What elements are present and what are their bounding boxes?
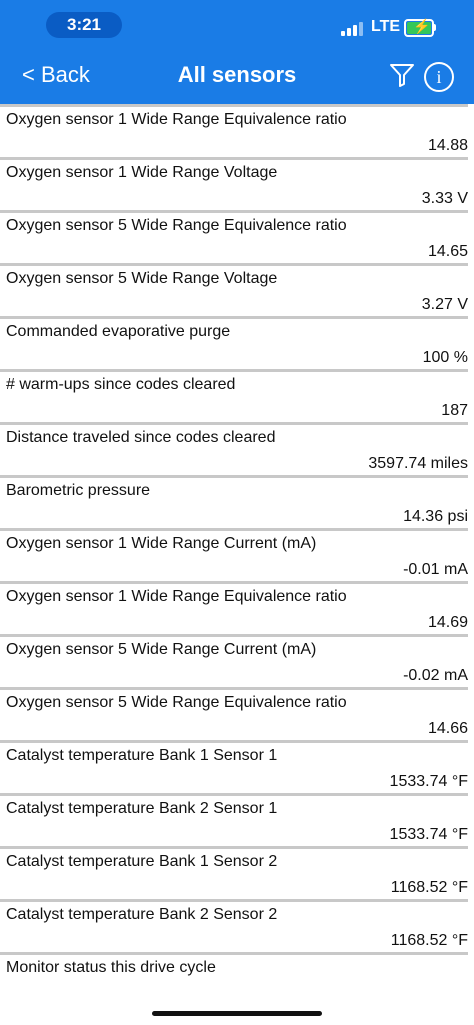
sensor-value: 100 %	[422, 349, 468, 366]
navigation-bar: 3:21 LTE ⚡ < Back All sensors i	[0, 0, 474, 104]
sensor-row[interactable]: Monitor status this drive cycle	[0, 952, 468, 1005]
sensor-row[interactable]: Catalyst temperature Bank 2 Sensor 1 1533…	[0, 793, 468, 846]
sensor-label: Oxygen sensor 5 Wide Range Voltage	[6, 270, 278, 287]
sensor-row[interactable]: Catalyst temperature Bank 1 Sensor 2 1168…	[0, 846, 468, 899]
sensor-row[interactable]: # warm-ups since codes cleared 187	[0, 369, 468, 422]
network-type: LTE	[371, 18, 401, 35]
sensor-row[interactable]: Commanded evaporative purge 100 %	[0, 316, 468, 369]
sensor-value: 14.88	[427, 137, 468, 154]
sensor-label: Catalyst temperature Bank 2 Sensor 1	[6, 800, 278, 817]
sensor-row[interactable]: Distance traveled since codes cleared 359…	[0, 422, 468, 475]
sensor-value: 14.66	[427, 720, 468, 737]
sensor-value: 3.33 V	[421, 190, 468, 207]
sensor-label: Oxygen sensor 1 Wide Range Voltage	[6, 164, 278, 181]
sensor-label: Oxygen sensor 5 Wide Range Equivalence r…	[6, 217, 347, 234]
sensor-value: 14.69	[427, 614, 468, 631]
sensor-label: Commanded evaporative purge	[6, 323, 231, 340]
sensor-row[interactable]: Barometric pressure 14.36 psi	[0, 475, 468, 528]
sensor-value: 14.65	[427, 243, 468, 260]
sensor-label: Oxygen sensor 1 Wide Range Current (mA)	[6, 535, 317, 552]
sensor-label: Distance traveled since codes cleared	[6, 429, 276, 446]
sensor-row[interactable]: Oxygen sensor 5 Wide Range Equivalence r…	[0, 687, 468, 740]
battery-cap	[433, 24, 436, 31]
sensor-label: Oxygen sensor 1 Wide Range Equivalence r…	[6, 111, 347, 128]
sensor-label: Oxygen sensor 1 Wide Range Equivalence r…	[6, 588, 347, 605]
sensor-row[interactable]: Oxygen sensor 5 Wide Range Current (mA) -…	[0, 634, 468, 687]
sensor-label: # warm-ups since codes cleared	[6, 376, 236, 393]
sensor-value: 1533.74 °F	[389, 826, 468, 843]
sensor-label: Monitor status this drive cycle	[6, 959, 216, 976]
sensor-label: Oxygen sensor 5 Wide Range Equivalence r…	[6, 694, 347, 711]
sensor-label: Catalyst temperature Bank 1 Sensor 1	[6, 747, 278, 764]
sensor-value: 1168.52 °F	[390, 879, 468, 896]
sensor-value: 3597.74 miles	[368, 455, 468, 472]
info-icon[interactable]: i	[424, 62, 454, 92]
sensor-value: 1168.52 °F	[390, 932, 468, 949]
sensor-row[interactable]: Catalyst temperature Bank 2 Sensor 2 1168…	[0, 899, 468, 952]
sensor-row[interactable]: Oxygen sensor 1 Wide Range Equivalence r…	[0, 581, 468, 634]
sensor-row[interactable]: Catalyst temperature Bank 1 Sensor 1 1533…	[0, 740, 468, 793]
sensor-label: Oxygen sensor 5 Wide Range Current (mA)	[6, 641, 317, 658]
cellular-signal-icon	[341, 20, 365, 36]
battery-icon: ⚡	[404, 18, 434, 37]
sensor-row[interactable]: Oxygen sensor 1 Wide Range Current (mA) -…	[0, 528, 468, 581]
sensor-value: -0.02 mA	[403, 667, 468, 684]
sensor-value: 14.36 psi	[403, 508, 468, 525]
home-indicator	[152, 1011, 322, 1016]
filter-icon[interactable]	[389, 62, 415, 88]
sensor-value: -0.01 mA	[403, 561, 468, 578]
sensor-value: 1533.74 °F	[389, 773, 468, 790]
sensor-list: Oxygen sensor 1 Wide Range Equivalence r…	[0, 104, 474, 1005]
sensor-label: Catalyst temperature Bank 1 Sensor 2	[6, 853, 278, 870]
sensor-row[interactable]: Oxygen sensor 5 Wide Range Voltage 3.27 V	[0, 263, 468, 316]
sensor-label: Barometric pressure	[6, 482, 151, 499]
sensor-row[interactable]: Oxygen sensor 1 Wide Range Equivalence r…	[0, 104, 468, 157]
status-time: 3:21	[46, 12, 122, 38]
sensor-value: 3.27 V	[421, 296, 468, 313]
sensor-value: 187	[441, 402, 468, 419]
sensor-label: Catalyst temperature Bank 2 Sensor 2	[6, 906, 278, 923]
sensor-row[interactable]: Oxygen sensor 5 Wide Range Equivalence r…	[0, 210, 468, 263]
sensor-row[interactable]: Oxygen sensor 1 Wide Range Voltage 3.33 V	[0, 157, 468, 210]
